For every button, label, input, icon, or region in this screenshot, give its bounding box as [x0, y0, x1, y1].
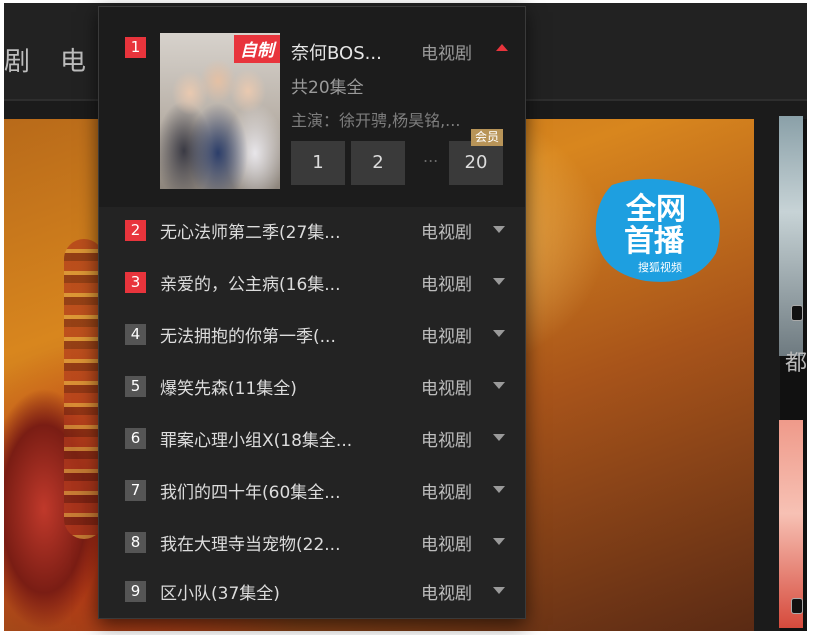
show-title[interactable]: 无心法师第二季(27集... [160, 218, 340, 243]
show-category: 电视剧 [421, 44, 472, 64]
side-thumbnail[interactable] [779, 420, 803, 628]
show-title[interactable]: 区小队(37集全) [160, 579, 280, 604]
ranking-item[interactable]: 7 我们的四十年(60集全... 电视剧 [99, 465, 525, 517]
episode-count: 共20集全 [291, 78, 364, 98]
show-title[interactable]: 我们的四十年(60集全... [160, 478, 340, 503]
rank-badge: 7 [125, 480, 146, 501]
show-category: 电视剧 [421, 223, 472, 243]
side-thumbnail-label: 都 [785, 351, 808, 376]
cast-list: 主演：徐开骋,杨昊铭,... [291, 111, 461, 130]
expand-caret-icon[interactable] [493, 538, 505, 545]
ranking-dropdown: 1 自制 奈何BOS... 电视剧 共20集全 主演：徐开骋,杨昊铭,... 1… [98, 6, 526, 619]
rank-badge: 3 [125, 272, 146, 293]
show-title[interactable]: 亲爱的，公主病(16集... [160, 270, 340, 295]
expand-caret-icon[interactable] [493, 434, 505, 441]
show-title[interactable]: 我在大理寺当宠物(22... [160, 530, 340, 555]
show-title[interactable]: 奈何BOS... [291, 39, 382, 65]
expand-caret-icon[interactable] [493, 486, 505, 493]
show-category: 电视剧 [421, 431, 472, 451]
show-category: 电视剧 [421, 379, 472, 399]
collapse-caret-icon[interactable] [496, 44, 508, 51]
show-category: 电视剧 [421, 327, 472, 347]
expand-caret-icon[interactable] [493, 278, 505, 285]
episode-ellipsis: ... [423, 147, 439, 166]
episode-button-20[interactable]: 20 [449, 141, 503, 185]
original-tag: 自制 [234, 35, 280, 63]
show-title[interactable]: 无法拥抱的你第一季(... [160, 322, 336, 347]
expand-caret-icon[interactable] [493, 382, 505, 389]
ranking-item[interactable]: 3 亲爱的，公主病(16集... 电视剧 [99, 257, 525, 309]
ranking-item[interactable]: 4 无法拥抱的你第一季(... 电视剧 [99, 309, 525, 361]
show-category: 电视剧 [421, 275, 472, 295]
play-icon [791, 598, 803, 614]
badge-line2: 首播 [624, 224, 685, 259]
episode-button-1[interactable]: 1 [291, 141, 345, 185]
show-category: 电视剧 [421, 483, 472, 503]
ranking-item-expanded[interactable]: 1 自制 奈何BOS... 电视剧 共20集全 主演：徐开骋,杨昊铭,... 1… [99, 7, 525, 207]
nav-item-tv[interactable]: 剧 [4, 41, 30, 78]
ranking-item[interactable]: 2 无心法师第二季(27集... 电视剧 [99, 205, 525, 257]
ranking-item[interactable]: 6 罪案心理小组X(18集全... 电视剧 [99, 413, 525, 465]
show-title[interactable]: 罪案心理小组X(18集全... [160, 426, 352, 451]
show-title[interactable]: 爆笑先森(11集全) [160, 374, 297, 399]
show-category: 电视剧 [421, 535, 472, 555]
vip-tag: 会员 [471, 129, 503, 146]
expand-caret-icon[interactable] [493, 226, 505, 233]
show-category: 电视剧 [421, 584, 472, 604]
rank-badge: 2 [125, 220, 146, 241]
expand-caret-icon[interactable] [493, 587, 505, 594]
episode-button-2[interactable]: 2 [351, 141, 405, 185]
ranking-item[interactable]: 9 区小队(37集全) 电视剧 [99, 566, 525, 618]
show-poster[interactable]: 自制 [160, 33, 280, 189]
rank-badge: 6 [125, 428, 146, 449]
rank-badge: 5 [125, 376, 146, 397]
rank-badge: 9 [125, 581, 146, 602]
rank-badge: 4 [125, 324, 146, 345]
badge-line1: 全网 [625, 192, 686, 227]
premiere-badge: 全网 首播 搜狐视频 [595, 178, 720, 282]
rank-badge: 1 [125, 37, 146, 58]
rank-badge: 8 [125, 532, 146, 553]
ranking-item[interactable]: 8 我在大理寺当宠物(22... 电视剧 [99, 517, 525, 569]
expand-caret-icon[interactable] [493, 330, 505, 337]
badge-brand: 搜狐视频 [638, 260, 682, 274]
play-icon [791, 305, 803, 321]
nav-item-movie[interactable]: 电 [60, 41, 86, 78]
ranking-item[interactable]: 5 爆笑先森(11集全) 电视剧 [99, 361, 525, 413]
